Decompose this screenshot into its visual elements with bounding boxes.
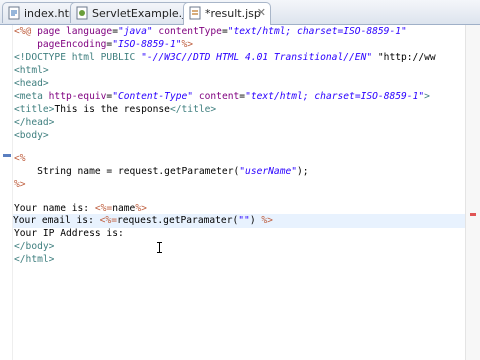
left-ruler (0, 25, 13, 360)
tab-label: *result.jsp (205, 7, 261, 20)
text-cursor-icon (156, 238, 163, 253)
code-line-12: %> (14, 179, 26, 190)
code-line-15: Your IP Address is: (14, 228, 124, 239)
code-line-17: </html> (14, 254, 55, 265)
html-file-icon (7, 6, 21, 20)
code-line-7: <title>This is the response</title> (14, 104, 217, 115)
close-icon[interactable]: ✕ (257, 6, 266, 19)
code-line-16: </body> (14, 241, 55, 252)
code-editor[interactable]: <%@ page language="java" contentType="te… (0, 25, 480, 360)
code-line-8: </head> (14, 117, 55, 128)
code-line-14-current: Your email is: <%=request.getParamater("… (13, 214, 465, 228)
java-file-icon (75, 6, 89, 20)
code-line-6: <meta http-equiv="Content-Type" content=… (14, 91, 430, 102)
code-line-10: <% (14, 153, 26, 164)
code-line-9: <body> (14, 130, 49, 141)
tab-servlet-example-java[interactable]: ServletExample.java (70, 2, 205, 23)
error-marker[interactable] (470, 213, 476, 216)
code-line-2: pageEncoding="ISO-8859-1"%> (14, 39, 194, 50)
editor-tab-bar: index.html ServletExample.java *result.j… (0, 0, 480, 25)
code-line-3: <!DOCTYPE html PUBLIC "-//W3C//DTD HTML … (14, 52, 436, 63)
tab-result-jsp[interactable]: *result.jsp ✕ (183, 2, 271, 25)
overview-ruler (465, 25, 480, 360)
code-line-5: <head> (14, 78, 49, 89)
collapse-marker[interactable] (3, 154, 11, 157)
code-line-4: <html> (14, 65, 49, 76)
code-line-11: String name = request.getParameter("user… (14, 166, 309, 177)
jsp-file-icon (188, 6, 202, 20)
code-line-1: <%@ page language="java" contentType="te… (14, 26, 407, 37)
